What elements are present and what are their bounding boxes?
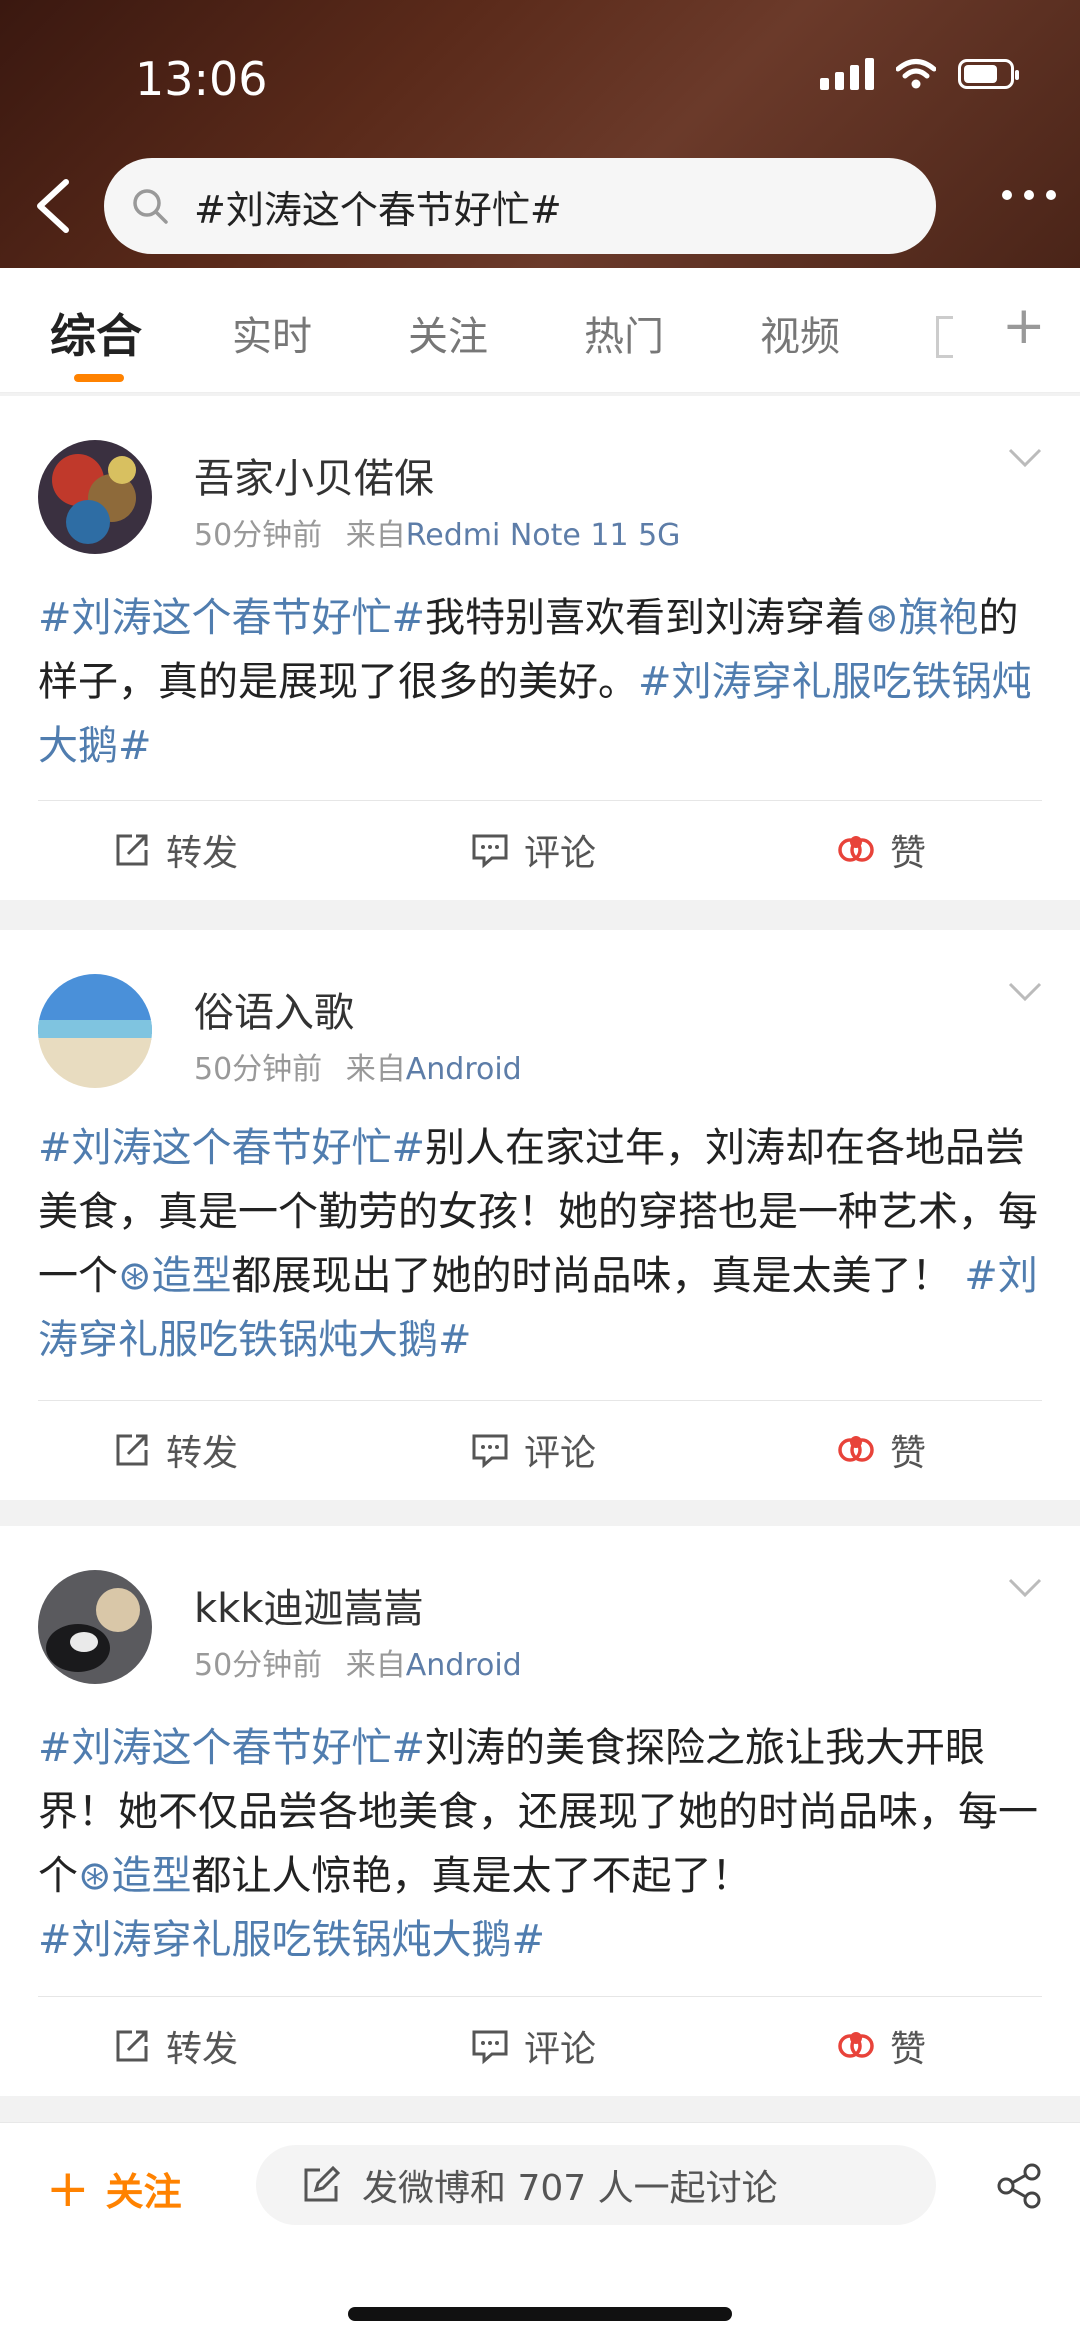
like-label: 赞 <box>890 2029 927 2070</box>
comment-button[interactable]: 评论 <box>470 1424 596 1476</box>
tab-hot[interactable]: 热门 <box>584 304 664 362</box>
hashtag[interactable]: #刘涛这个春节好忙# <box>38 1125 425 1171</box>
like-button[interactable]: 赞 <box>836 1424 926 1476</box>
back-icon[interactable] <box>30 178 74 234</box>
post-content: #刘涛这个春节好忙#别人在家过年，刘涛却在各地品尝美食，真是一个勤劳的女孩！她的… <box>38 1116 1042 1372</box>
comment-icon <box>472 1434 508 1469</box>
source-prefix: 来自 <box>345 1648 406 1683</box>
comment-label: 评论 <box>524 833 597 874</box>
header: 13:06 #刘涛这个春节好忙# <box>0 0 1080 268</box>
edit-icon <box>304 2166 340 2202</box>
link-text: 造型 <box>111 1853 192 1899</box>
post-content: #刘涛这个春节好忙#我特别喜欢看到刘涛穿着⊛旗袍的样子，真的是展现了很多的美好。… <box>38 586 1042 778</box>
battery-icon <box>958 59 1019 89</box>
active-tab-indicator <box>74 374 124 382</box>
compose-button[interactable]: 发微博和 707 人一起讨论 <box>256 2145 936 2225</box>
post-card: 吾家小贝偌保 50分钟前 来自Redmi Note 11 5G #刘涛这个春节好… <box>0 396 1080 900</box>
plus-icon: + <box>46 2158 90 2219</box>
share-icon[interactable] <box>994 2161 1044 2211</box>
link-text: 旗袍 <box>898 595 979 641</box>
comment-button[interactable]: 评论 <box>470 824 596 876</box>
more-icon[interactable] <box>1002 190 1056 200</box>
status-time: 13:06 <box>135 52 268 106</box>
post-meta: 50分钟前 来自Android <box>194 1044 522 1088</box>
like-label: 赞 <box>890 1433 927 1474</box>
post-source: Redmi Note 11 5G <box>405 518 681 553</box>
tab-video[interactable]: 视频 <box>760 304 840 362</box>
tab-comprehensive[interactable]: 综合 <box>50 300 142 366</box>
like-icon <box>838 836 874 862</box>
search-input[interactable]: #刘涛这个春节好忙# <box>104 158 936 254</box>
search-icon <box>133 189 168 224</box>
post-actions: 转发 评论 赞 <box>0 1400 1080 1500</box>
tab-following[interactable]: 关注 <box>408 304 488 362</box>
comment-button[interactable]: 评论 <box>470 2020 596 2072</box>
post-source: Android <box>405 1648 522 1683</box>
follow-label: 关注 <box>105 2170 182 2214</box>
comment-label: 评论 <box>524 1433 597 1474</box>
repost-button[interactable]: 转发 <box>112 824 238 876</box>
source-prefix: 来自 <box>345 1052 406 1087</box>
link-chip[interactable]: ⊛旗袍 <box>865 595 979 641</box>
repost-icon <box>116 1434 148 1466</box>
repost-label: 转发 <box>166 2029 239 2070</box>
avatar[interactable] <box>38 440 152 554</box>
hashtag[interactable]: #刘涛这个春节好忙# <box>38 1725 425 1771</box>
chevron-down-icon[interactable] <box>1008 982 1042 1002</box>
like-label: 赞 <box>890 833 927 874</box>
like-button[interactable]: 赞 <box>836 824 926 876</box>
repost-icon <box>116 2030 148 2062</box>
link-chip[interactable]: ⊛造型 <box>78 1853 192 1899</box>
post-content: #刘涛这个春节好忙#刘涛的美食探险之旅让我大开眼界！她不仅品尝各地美食，还展现了… <box>38 1716 1042 1972</box>
repost-button[interactable]: 转发 <box>112 1424 238 1476</box>
tab-realtime[interactable]: 实时 <box>232 304 312 362</box>
username[interactable]: 俗语入歌 <box>194 980 354 1038</box>
post-text: 都让人惊艳，真是太了不起了！ <box>191 1853 752 1899</box>
chevron-down-icon[interactable] <box>1008 1578 1042 1598</box>
link-text: 造型 <box>151 1253 232 1299</box>
post-source: Android <box>405 1052 522 1087</box>
post-time: 50分钟前 <box>194 1648 323 1683</box>
post-actions: 转发 评论 赞 <box>0 1996 1080 2096</box>
follow-button[interactable]: + 关注 <box>46 2161 182 2216</box>
like-icon <box>838 2032 874 2058</box>
post-card: kkk迪迦嵩嵩 50分钟前 来自Android #刘涛这个春节好忙#刘涛的美食探… <box>0 1526 1080 2096</box>
post-meta: 50分钟前 来自Android <box>194 1640 522 1684</box>
like-icon <box>838 1436 874 1462</box>
link-chip[interactable]: ⊛造型 <box>118 1253 232 1299</box>
hashtag[interactable]: #刘涛穿礼服吃铁锅炖大鹅# <box>38 1917 545 1963</box>
hashtag[interactable]: #刘涛这个春节好忙# <box>38 595 425 641</box>
compose-label: 发微博和 707 人一起讨论 <box>362 2168 778 2209</box>
username[interactable]: kkk迪迦嵩嵩 <box>194 1576 424 1634</box>
post-actions: 转发 评论 赞 <box>0 800 1080 900</box>
post-time: 50分钟前 <box>194 518 323 553</box>
username[interactable]: 吾家小贝偌保 <box>194 446 434 504</box>
tab-bar: 综合 实时 关注 热门 视频 + <box>0 268 1080 393</box>
repost-icon <box>116 834 148 866</box>
avatar[interactable] <box>38 974 152 1088</box>
home-indicator[interactable] <box>348 2307 732 2321</box>
repost-label: 转发 <box>166 833 239 874</box>
bottom-bar: + 关注 发微博和 707 人一起讨论 <box>0 2122 1080 2342</box>
repost-button[interactable]: 转发 <box>112 2020 238 2072</box>
comment-icon <box>472 2030 508 2065</box>
post-text: 我特别喜欢看到刘涛穿着 <box>425 595 866 641</box>
post-meta: 50分钟前 来自Redmi Note 11 5G <box>194 510 680 554</box>
chevron-down-icon[interactable] <box>1008 448 1042 468</box>
comment-icon <box>472 834 508 869</box>
signal-icon <box>820 58 874 90</box>
tab-overflow[interactable] <box>936 316 953 358</box>
avatar[interactable] <box>38 1570 152 1684</box>
search-query: #刘涛这个春节好忙# <box>194 187 562 232</box>
like-button[interactable]: 赞 <box>836 2020 926 2072</box>
post-card: 俗语入歌 50分钟前 来自Android #刘涛这个春节好忙#别人在家过年，刘涛… <box>0 930 1080 1500</box>
status-icons <box>820 58 1019 90</box>
post-time: 50分钟前 <box>194 1052 323 1087</box>
wifi-icon <box>896 59 936 89</box>
comment-label: 评论 <box>524 2029 597 2070</box>
post-text: 都展现出了她的时尚品味，真是太美了！ <box>231 1253 952 1299</box>
source-prefix: 来自 <box>345 518 406 553</box>
repost-label: 转发 <box>166 1433 239 1474</box>
add-tab-icon[interactable]: + <box>1002 300 1046 352</box>
